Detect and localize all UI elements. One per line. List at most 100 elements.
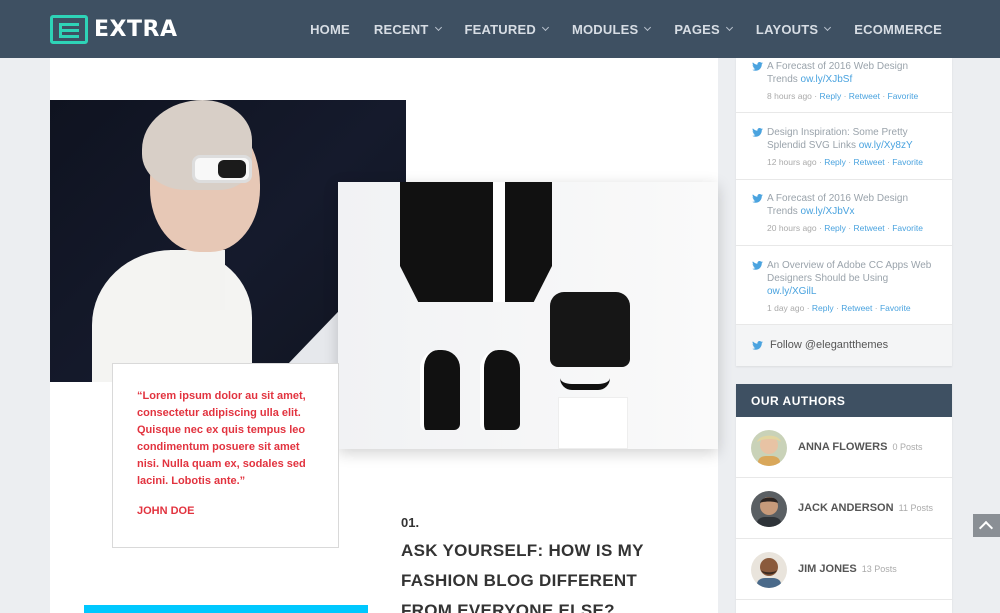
tweet-item: A Forecast of 2016 Web Design Trends ow.… — [736, 180, 952, 246]
tweet-meta: 1 day ago · Reply · Retweet · Favorite — [767, 303, 911, 313]
tweet-text: A Forecast of 2016 Web Design Trends ow.… — [767, 60, 937, 86]
chevron-down-icon — [434, 23, 442, 32]
nav-home-label: HOME — [310, 21, 350, 37]
tweet-text: A Forecast of 2016 Web Design Trends ow.… — [767, 192, 937, 218]
site-name: EXTRA — [94, 17, 178, 42]
author-name: JACK ANDERSON 11 Posts — [798, 502, 933, 514]
author-post-count: 0 Posts — [892, 442, 923, 452]
avatar — [751, 552, 787, 588]
reply-link[interactable]: Reply — [812, 303, 834, 313]
tweet-time: 20 hours ago — [767, 223, 817, 233]
sunglasses-lens — [218, 160, 246, 178]
tweet-meta: 20 hours ago · Reply · Retweet · Favorit… — [767, 223, 923, 233]
avatar — [751, 491, 787, 527]
tweet-body: An Overview of Adobe CC Apps Web Designe… — [767, 260, 932, 284]
chevron-down-icon — [644, 23, 652, 32]
tweet-meta: 8 hours ago · Reply · Retweet · Favorite — [767, 91, 919, 101]
post-number: 01. — [401, 515, 420, 530]
shirt-stripe — [493, 182, 505, 302]
twitter-bird-icon — [752, 128, 763, 137]
author-name: JIM JONES 13 Posts — [798, 563, 897, 575]
follow-twitter-button[interactable]: Follow @elegantthemes — [736, 324, 952, 366]
nav-ecommerce-label: ECOMMERCE — [854, 21, 942, 37]
nav-ecommerce[interactable]: ECOMMERCE — [854, 22, 942, 37]
tweet-time: 1 day ago — [767, 303, 805, 313]
author-item[interactable]: ANNA FLOWERS 0 Posts — [736, 417, 952, 478]
sneaker-left — [420, 350, 460, 430]
fashion-flatlay-photo — [338, 182, 718, 449]
reply-link[interactable]: Reply — [819, 91, 841, 101]
retweet-link[interactable]: Retweet — [853, 223, 884, 233]
sunglasses — [560, 378, 610, 390]
nav-featured-label: FEATURED — [464, 21, 536, 37]
nav-modules[interactable]: MODULES — [571, 21, 652, 37]
twitter-bird-icon — [752, 194, 763, 203]
author-item[interactable]: JIM JONES 13 Posts — [736, 539, 952, 600]
chevron-down-icon — [824, 23, 832, 32]
tweet-link[interactable]: ow.ly/Xy8zY — [859, 140, 913, 151]
retweet-link[interactable]: Retweet — [841, 303, 872, 313]
sneaker-right — [480, 350, 520, 430]
retweet-link[interactable]: Retweet — [853, 157, 884, 167]
nav-layouts-label: LAYOUTS — [755, 21, 819, 37]
tweet-time: 12 hours ago — [767, 157, 817, 167]
tweet-text: Design Inspiration: Some Pretty Splendid… — [767, 126, 937, 152]
accent-bar — [84, 605, 368, 613]
chevron-up-icon — [978, 520, 994, 536]
tweet-meta: 12 hours ago · Reply · Retweet · Favorit… — [767, 157, 923, 167]
reply-link[interactable]: Reply — [824, 157, 846, 167]
nav-layouts[interactable]: LAYOUTS — [755, 21, 832, 37]
quote-text: “Lorem ipsum dolor au sit amet, consecte… — [137, 390, 306, 487]
top-navigation-bar: EXTRA HOME RECENT FEATURED MODULES PAGES… — [0, 0, 1000, 58]
nav-pages[interactable]: PAGES — [674, 21, 733, 37]
nav-featured[interactable]: FEATURED — [464, 21, 549, 37]
authors-heading: OUR AUTHORS — [736, 384, 952, 417]
retweet-link[interactable]: Retweet — [849, 91, 880, 101]
tweet-link[interactable]: ow.ly/XJbVx — [801, 206, 855, 217]
reply-link[interactable]: Reply — [824, 223, 846, 233]
white-box — [558, 397, 628, 449]
favorite-link[interactable]: Favorite — [888, 91, 919, 101]
quote-author: JOHN DOE — [137, 505, 195, 517]
nav-recent-label: RECENT — [373, 21, 429, 37]
favorite-link[interactable]: Favorite — [892, 157, 923, 167]
nav-home[interactable]: HOME — [310, 22, 350, 37]
twitter-bird-icon — [752, 62, 763, 71]
scroll-to-top-button[interactable] — [973, 514, 1000, 537]
tweet-item: An Overview of Adobe CC Apps Web Designe… — [736, 246, 952, 324]
follow-label: Follow @elegantthemes — [770, 339, 889, 351]
nav-modules-label: MODULES — [571, 21, 639, 37]
author-item[interactable]: JACK ANDERSON 11 Posts — [736, 478, 952, 539]
twitter-widget: A Forecast of 2016 Web Design Trends ow.… — [736, 58, 952, 366]
tweet-item: A Forecast of 2016 Web Design Trends ow.… — [736, 58, 952, 113]
twitter-bird-icon — [752, 261, 763, 270]
tweet-time: 8 hours ago — [767, 91, 812, 101]
author-post-count: 11 Posts — [898, 503, 933, 513]
nav-recent[interactable]: RECENT — [373, 21, 442, 37]
tweet-link[interactable]: ow.ly/XJbSf — [801, 74, 853, 85]
author-name-text: JIM JONES — [798, 563, 857, 575]
black-shirt — [400, 182, 552, 302]
black-backpack — [550, 292, 630, 367]
avatar — [751, 430, 787, 466]
quote-box: “Lorem ipsum dolor au sit amet, consecte… — [112, 363, 339, 548]
author-post-count: 13 Posts — [861, 564, 897, 574]
author-name: ANNA FLOWERS 0 Posts — [798, 441, 923, 453]
twitter-bird-icon — [752, 341, 763, 350]
authors-widget: OUR AUTHORS ANNA FLOWERS 0 Posts JACK AN… — [736, 384, 952, 613]
main-menu: HOME RECENT FEATURED MODULES PAGES LAYOU… — [310, 0, 942, 58]
tweet-link[interactable]: ow.ly/XGilL — [767, 286, 816, 297]
chevron-down-icon — [541, 23, 549, 32]
tweet-item: Design Inspiration: Some Pretty Splendid… — [736, 113, 952, 180]
model-neck — [170, 250, 225, 310]
chevron-down-icon — [725, 23, 733, 32]
favorite-link[interactable]: Favorite — [880, 303, 911, 313]
nav-pages-label: PAGES — [674, 21, 720, 37]
post-title[interactable]: ASK YOURSELF: HOW IS MY FASHION BLOG DIF… — [401, 536, 681, 613]
author-name-text: JACK ANDERSON — [798, 502, 894, 514]
author-name-text: ANNA FLOWERS — [798, 441, 888, 453]
favorite-link[interactable]: Favorite — [892, 223, 923, 233]
tweet-text: An Overview of Adobe CC Apps Web Designe… — [767, 259, 937, 298]
site-logo[interactable]: EXTRA — [50, 15, 177, 44]
extra-logo-icon — [50, 15, 88, 44]
